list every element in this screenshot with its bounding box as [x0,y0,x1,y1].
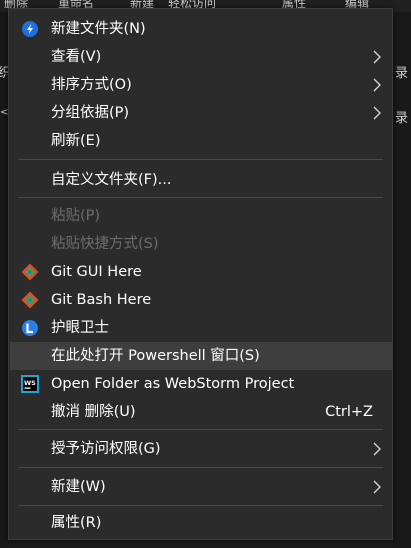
chevron-right-icon [373,50,381,64]
menu-item-group-by[interactable]: 分组依据(P) [10,99,393,127]
menu-separator [19,467,383,468]
menu-item-label: Git GUI Here [51,264,142,280]
webstorm-icon: WS [21,375,39,393]
menu-item-webstorm[interactable]: WS Open Folder as WebStorm Project [10,370,393,398]
menu-item-paste-shortcut: 粘贴快捷方式(S) [10,230,393,258]
menu-item-shortcut: Ctrl+Z [325,404,373,420]
menu-item-label: 粘贴快捷方式(S) [51,236,159,252]
right-edge-text-2: 录 [395,111,409,126]
menu-item-sort-by[interactable]: 排序方式(O) [10,71,393,99]
menu-separator [19,159,383,160]
menu-item-label: 查看(V) [51,49,102,65]
menu-item-label: 自定义文件夹(F)... [51,172,172,188]
right-edge-text: 录 [395,66,409,81]
explorer-right-edge: 录 录 [393,12,411,548]
menu-item-customize-folder[interactable]: 自定义文件夹(F)... [10,166,393,194]
menu-separator [19,505,383,506]
menu-item-eye-guard[interactable]: 护眼卫士 [10,314,393,342]
menu-item-label: 授予访问权限(G) [51,441,161,457]
menu-item-label: 新建(W) [51,479,106,495]
menu-item-label: 在此处打开 Powershell 窗口(S) [51,348,260,364]
menu-item-properties[interactable]: 属性(R) [10,509,393,537]
menu-item-label: 刷新(E) [51,133,101,149]
blue-arrow-icon [21,20,39,38]
menu-item-git-gui[interactable]: Git GUI Here [10,258,393,286]
menu-item-undo-delete[interactable]: 撤消 删除(U) Ctrl+Z [10,398,393,426]
menu-item-label: 撤消 删除(U) [51,404,136,420]
chevron-right-icon [373,480,381,494]
chevron-right-icon [373,106,381,120]
menu-item-git-bash[interactable]: Git Bash Here [10,286,393,314]
menu-separator [19,429,383,430]
menu-item-new[interactable]: 新建(W) [10,473,393,501]
explorer-left-edge: 织 < [0,12,11,548]
eye-guard-icon [21,319,39,337]
menu-item-label: Open Folder as WebStorm Project [51,376,295,392]
menu-item-grant-access[interactable]: 授予访问权限(G) [10,435,393,463]
menu-item-view[interactable]: 查看(V) [10,43,393,71]
git-icon [21,263,39,281]
menu-item-label: 分组依据(P) [51,105,130,121]
menu-item-label: 粘贴(P) [51,208,101,224]
menu-item-label: 属性(R) [51,515,102,531]
menu-item-label: Git Bash Here [51,292,152,308]
menu-item-paste: 粘贴(P) [10,202,393,230]
context-menu: 新建文件夹(N) 查看(V) 排序方式(O) 分组依据(P) 刷新(E) 自定义… [8,8,393,540]
chevron-right-icon [373,442,381,456]
menu-item-refresh[interactable]: 刷新(E) [10,127,393,155]
menu-item-open-powershell[interactable]: 在此处打开 Powershell 窗口(S) [10,342,393,370]
svg-text:WS: WS [24,379,36,387]
chevron-right-icon [373,78,381,92]
menu-item-label: 排序方式(O) [51,77,132,93]
menu-item-label: 护眼卫士 [51,320,109,336]
menu-item-new-folder[interactable]: 新建文件夹(N) [10,15,393,43]
menu-separator [19,197,383,198]
git-icon [21,291,39,309]
menu-item-label: 新建文件夹(N) [51,21,146,37]
